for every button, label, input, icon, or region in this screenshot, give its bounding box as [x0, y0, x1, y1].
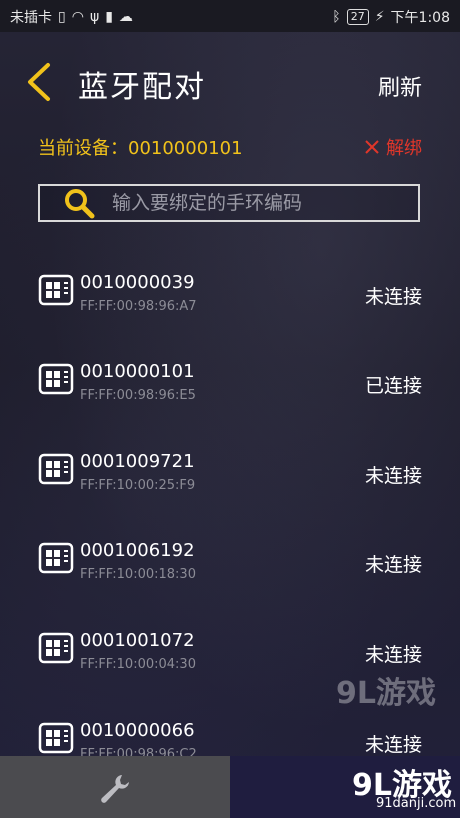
device-item[interactable]: 0001009721 FF:FF:10:00:25:F9 未连接 — [0, 429, 460, 509]
cloud-icon: ☁ — [118, 9, 133, 25]
device-mac: FF:FF:10:00:18:30 — [80, 567, 196, 582]
unbind-label: 解绑 — [386, 138, 422, 159]
charging-icon: ⚡ — [374, 9, 385, 25]
device-item[interactable]: 0010000039 FF:FF:00:98:96:A7 未连接 — [0, 250, 460, 330]
device-mac: FF:FF:00:98:96:E5 — [80, 388, 196, 403]
device-id: 0001001072 — [80, 630, 195, 651]
chevron-left-icon — [28, 63, 50, 101]
search-box — [38, 184, 420, 222]
app-header: 蓝牙配对 刷新 — [0, 48, 460, 118]
device-id: 0010000101 — [80, 361, 195, 382]
watermark-logo: 9L游戏 — [336, 676, 436, 711]
device-mac: FF:FF:10:00:25:F9 — [80, 478, 196, 493]
notification-icon: ▮ — [105, 9, 113, 25]
device-icon — [38, 453, 74, 485]
refresh-button[interactable]: 刷新 — [378, 70, 422, 102]
device-status: 未连接 — [364, 644, 422, 666]
wrench-icon — [101, 775, 129, 803]
device-status: 未连接 — [364, 465, 422, 487]
device-icon — [38, 542, 74, 574]
device-id: 0010000039 — [80, 272, 195, 293]
bluetooth-icon: ᛒ — [332, 9, 341, 25]
device-icon — [38, 363, 74, 395]
device-id: 0001009721 — [80, 451, 195, 472]
device-status: 未连接 — [364, 734, 422, 756]
device-mac: FF:FF:10:00:04:30 — [80, 657, 196, 672]
device-status: 未连接 — [364, 286, 422, 308]
device-mac: FF:FF:00:98:96:C2 — [80, 747, 197, 756]
device-id: 0010000066 — [80, 720, 195, 741]
back-button[interactable] — [24, 62, 58, 102]
device-id: 0001006192 — [80, 540, 195, 561]
clock: 下午1:08 — [390, 10, 450, 26]
close-icon — [365, 140, 379, 154]
battery-indicator: 27 — [346, 9, 369, 25]
device-status: 未连接 — [364, 554, 422, 576]
unbind-button[interactable]: 解绑 — [364, 134, 422, 160]
page-title: 蓝牙配对 — [78, 70, 206, 105]
device-icon — [38, 632, 74, 664]
search-icon — [65, 189, 95, 219]
sim-status-text: 未插卡 — [10, 10, 52, 26]
search-input[interactable] — [110, 191, 404, 215]
status-bar: 未插卡 ▯ ◠ ψ ▮ ☁ ᛒ 27 ⚡ 下午1:08 — [0, 0, 460, 32]
device-item[interactable]: 0001006192 FF:FF:10:00:18:30 未连接 — [0, 518, 460, 598]
device-mac: FF:FF:00:98:96:A7 — [80, 299, 197, 314]
watermark-url: 91danji.com — [376, 796, 457, 811]
device-status: 已连接 — [364, 375, 422, 397]
current-device-label: 当前设备：0010000101 — [38, 138, 243, 159]
usb-icon: ψ — [89, 9, 100, 25]
sim-icon: ▯ — [58, 9, 66, 25]
device-item[interactable]: 0010000101 FF:FF:00:98:96:E5 已连接 — [0, 339, 460, 419]
wifi-icon: ◠ — [71, 9, 84, 25]
device-icon — [38, 274, 74, 306]
tab-tools[interactable] — [0, 756, 230, 818]
device-icon — [38, 722, 74, 754]
